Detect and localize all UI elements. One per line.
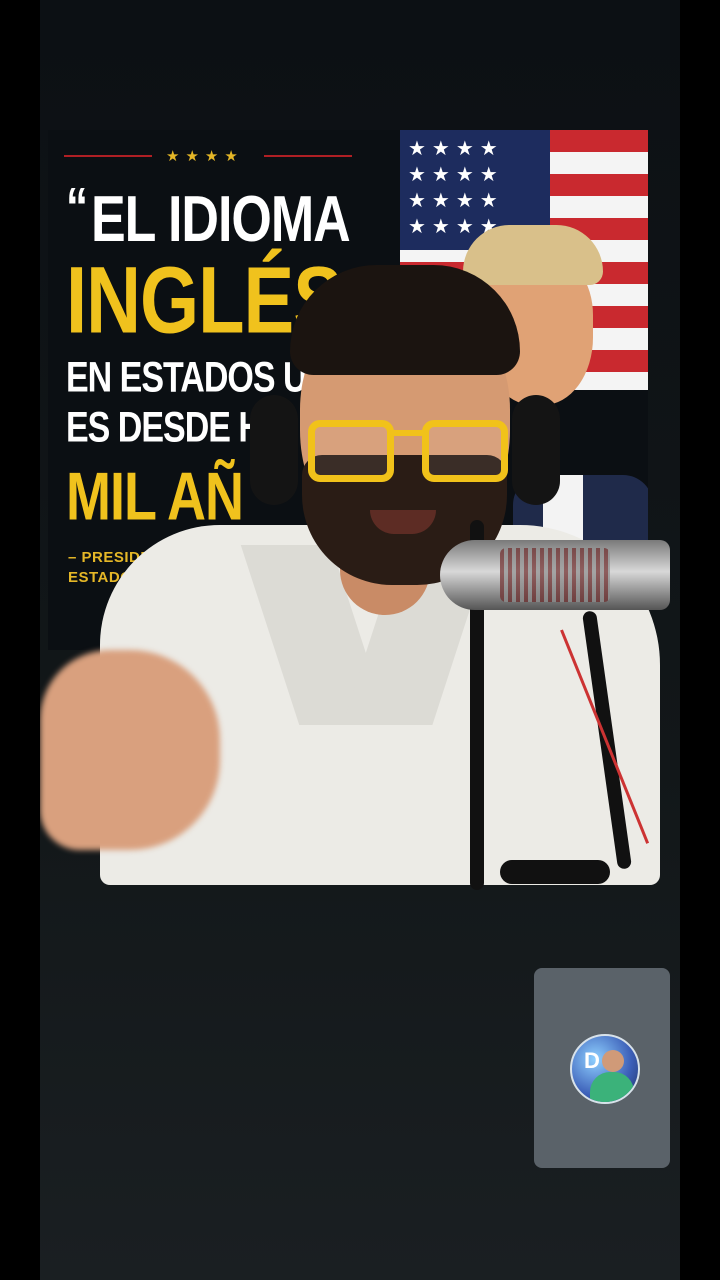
- avatar-letter: D: [584, 1048, 600, 1073]
- mic-grill: [500, 548, 610, 602]
- avatar-person-head: [602, 1050, 624, 1072]
- microphone-icon: [440, 520, 680, 930]
- glasses-bridge: [392, 430, 424, 436]
- host-hand: [40, 650, 220, 850]
- decor-rule-right: [264, 155, 352, 157]
- quote-text-1: EL IDIOMA: [91, 183, 351, 256]
- star-row: ★★★★: [166, 148, 244, 165]
- letterbox-left: [0, 0, 40, 1280]
- pip-video-tile[interactable]: D: [534, 968, 670, 1168]
- video-stage[interactable]: ★★★★ “EL IDIOMA INGLÉS EN ESTADOS UN ES …: [40, 0, 680, 1280]
- quote-mark: “: [66, 177, 88, 239]
- host-hair: [290, 265, 520, 375]
- glasses-lens-right: [422, 420, 508, 482]
- mic-base: [500, 860, 610, 884]
- avatar-person-body: [590, 1072, 634, 1102]
- headphone-left-icon: [250, 395, 298, 505]
- glasses-lens-left: [308, 420, 394, 482]
- mic-cable: [560, 629, 650, 844]
- decor-rule-left: [64, 155, 152, 157]
- yellow-glasses: [308, 420, 508, 484]
- avatar[interactable]: D: [570, 1034, 640, 1104]
- headphone-right-icon: [512, 395, 560, 505]
- letterbox-right: [680, 0, 720, 1280]
